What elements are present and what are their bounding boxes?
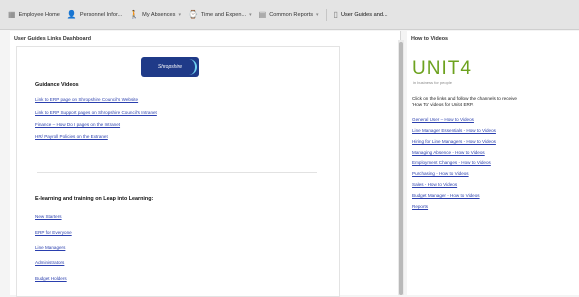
grid-icon: ▦ bbox=[8, 9, 16, 19]
tab-label: Time and Expen... bbox=[200, 11, 247, 18]
chevron-down-icon[interactable]: ▾ bbox=[249, 12, 252, 18]
top-navigation-bar: ▦ Employee Home 👤 Personnel Infor... 🚶 M… bbox=[0, 0, 579, 30]
video-link[interactable]: Sales - How to Videos bbox=[412, 182, 457, 187]
chevron-down-icon[interactable]: ▾ bbox=[178, 12, 181, 18]
logo-text: Shropshire bbox=[157, 64, 183, 70]
video-link[interactable]: Managing Absence - How to Videos bbox=[412, 150, 485, 155]
intro-text: Click on the links and follow the channe… bbox=[412, 96, 517, 101]
tab-user-guides[interactable]: ▯ User Guides and... bbox=[333, 9, 388, 19]
elearning-link[interactable]: ERP for Everyone bbox=[35, 230, 72, 235]
unit4-logo: UNIT4 bbox=[412, 58, 472, 79]
elearning-link[interactable]: Budget Holders bbox=[35, 276, 67, 281]
document-icon: ▯ bbox=[333, 9, 338, 19]
elearning-link[interactable]: Administrators bbox=[35, 260, 64, 265]
intro-text: 'How To' videos for Unit4 ERP. bbox=[412, 102, 474, 107]
logo-swoosh bbox=[183, 59, 197, 75]
tab-employee-home[interactable]: ▦ Employee Home bbox=[8, 9, 60, 19]
scrollbar-thumb[interactable] bbox=[399, 42, 403, 295]
tab-label: Personnel Infor... bbox=[79, 11, 123, 18]
how-to-videos-panel: How to Videos UNIT4 in business for peop… bbox=[407, 31, 579, 295]
tab-common-reports[interactable]: ▤ Common Reports ▾ bbox=[258, 9, 319, 19]
guidance-link[interactable]: Link to ERP page on Shropshire Council's… bbox=[35, 97, 138, 102]
elearning-link[interactable]: New Starters bbox=[35, 214, 62, 219]
video-link[interactable]: General User – How to Videos bbox=[412, 117, 474, 122]
panel-title: User Guides Links Dashboard bbox=[14, 36, 91, 42]
tab-label: Employee Home bbox=[18, 11, 60, 18]
tab-label: My Absences bbox=[142, 11, 176, 18]
guides-content: Shropshire Guidance Videos Link to ERP p… bbox=[16, 46, 340, 297]
guidance-link[interactable]: Finance – How Do I pages on the Intranet bbox=[35, 122, 120, 127]
unit4-tagline: in business for people bbox=[413, 80, 452, 85]
person-walk-icon: 🚶 bbox=[129, 9, 140, 19]
video-link[interactable]: Purchasing - How to Videos bbox=[412, 171, 469, 176]
shropshire-logo: Shropshire bbox=[141, 57, 199, 77]
panel-title: How to Videos bbox=[411, 36, 449, 42]
guidance-link[interactable]: HR/ Payroll Policies on the Extranet bbox=[35, 134, 108, 139]
elearning-heading: E-learning and training on Leap into Lea… bbox=[35, 196, 154, 202]
chevron-down-icon[interactable]: ▾ bbox=[316, 12, 319, 18]
clock-person-icon: ⌚ bbox=[187, 9, 198, 19]
video-link[interactable]: Reports bbox=[412, 204, 428, 209]
elearning-link[interactable]: Line Managers bbox=[35, 245, 65, 250]
video-link[interactable]: Hiring for Line Managers - How to Videos bbox=[412, 139, 496, 144]
video-link[interactable]: Budget Manager - How to Videos bbox=[412, 193, 480, 198]
section-divider bbox=[37, 172, 317, 173]
tab-label: User Guides and... bbox=[340, 11, 388, 18]
tab-personnel-information[interactable]: 👤 Personnel Infor... bbox=[66, 9, 123, 19]
tab-divider bbox=[325, 8, 327, 21]
guidance-heading: Guidance Videos bbox=[35, 82, 79, 88]
tab-label: Common Reports bbox=[269, 11, 314, 18]
vertical-scrollbar[interactable] bbox=[398, 40, 404, 295]
report-icon: ▤ bbox=[258, 9, 267, 19]
video-link[interactable]: Line Manager Essentials - How to Videos bbox=[412, 128, 496, 133]
tab-time-and-expenses[interactable]: ⌚ Time and Expen... ▾ bbox=[187, 9, 252, 19]
person-icon: 👤 bbox=[66, 9, 77, 19]
tab-my-absences[interactable]: 🚶 My Absences ▾ bbox=[129, 9, 181, 19]
video-link[interactable]: Employment Changes - How to Videos bbox=[412, 160, 491, 165]
guidance-link[interactable]: Link to ERP Support pages on Shropshire … bbox=[35, 110, 157, 115]
